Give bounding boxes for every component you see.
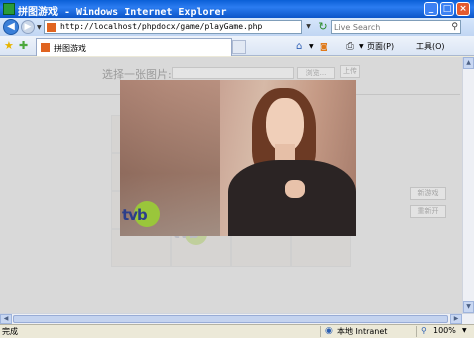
page-content: 选择一张图片: 浏览... 上传 tvb 新游戏 重新开 <box>0 57 462 313</box>
address-url[interactable]: http://localhost/phpdocx/game/playGame.p… <box>60 22 262 31</box>
zone-text: 本地 Intranet <box>337 327 388 336</box>
favorites-star-icon[interactable]: ★ <box>4 39 14 52</box>
browse-button[interactable]: 浏览... <box>297 67 335 79</box>
scroll-right-icon[interactable]: ▶ <box>450 314 462 324</box>
horizontal-scrollbar[interactable]: ◀ ▶ <box>0 313 474 324</box>
command-bar: ★ ✚ 拼图游戏 ⌂ ▼ ◙ ⎙ ▼ 页面(P) 工具(O) <box>0 36 474 56</box>
search-input[interactable] <box>332 21 442 33</box>
zoom-level[interactable]: 100% <box>433 326 456 335</box>
tvb-logo: tvb <box>122 201 162 227</box>
zoom-dropdown-icon[interactable]: ▼ <box>462 327 467 334</box>
tab-label: 拼图游戏 <box>54 44 86 53</box>
page-icon <box>47 23 56 32</box>
scroll-down-icon[interactable]: ▼ <box>463 301 474 313</box>
add-favorites-icon[interactable]: ✚ <box>19 39 28 52</box>
home-dropdown-icon[interactable]: ▼ <box>309 40 314 53</box>
address-dropdown-icon[interactable]: ▼ <box>303 20 314 34</box>
upload-button[interactable]: 上传 <box>340 65 360 78</box>
back-button[interactable]: ◀ <box>3 19 19 35</box>
feeds-icon[interactable]: ◙ <box>320 40 328 53</box>
minimize-button[interactable]: _ <box>424 2 438 16</box>
app-icon <box>3 3 15 15</box>
intranet-zone-icon: ◉ <box>325 326 333 336</box>
scroll-thumb[interactable] <box>13 315 448 323</box>
status-separator <box>416 326 417 337</box>
tools-menu[interactable]: 工具(O) <box>416 40 445 53</box>
file-input[interactable] <box>172 67 294 79</box>
refresh-icon[interactable]: ↻ <box>316 20 330 34</box>
zoom-icon[interactable]: ⚲ <box>421 326 427 335</box>
title-bar[interactable]: 拼图游戏 - Windows Internet Explorer _ □ × <box>0 0 474 18</box>
history-dropdown-icon[interactable]: ▼ <box>37 24 42 31</box>
photo-hand <box>285 180 305 198</box>
browser-window: 拼图游戏 - Windows Internet Explorer _ □ × ◀… <box>0 0 474 338</box>
vertical-scrollbar[interactable]: ▲ ▼ <box>462 57 474 313</box>
address-row: ◀ ▶ ▼ http://localhost/phpdocx/game/play… <box>0 18 474 36</box>
tab-puzzle-game[interactable]: 拼图游戏 <box>36 38 232 56</box>
print-dropdown-icon[interactable]: ▼ <box>359 40 364 53</box>
search-box[interactable]: ⚲ <box>331 20 461 34</box>
logo-text: tvb <box>122 206 148 224</box>
new-game-button[interactable]: 新游戏 <box>410 187 446 200</box>
forward-button[interactable]: ▶ <box>21 20 35 34</box>
close-button[interactable]: × <box>456 2 470 16</box>
photo-body <box>228 160 356 236</box>
scroll-up-icon[interactable]: ▲ <box>463 57 474 69</box>
status-bar: 完成 ◉ 本地 Intranet ⚲ 100% ▼ <box>0 324 474 338</box>
scroll-left-icon[interactable]: ◀ <box>0 314 12 324</box>
maximize-button[interactable]: □ <box>440 2 454 16</box>
reset-button[interactable]: 重新开 <box>410 205 446 218</box>
home-icon[interactable]: ⌂ <box>296 40 302 53</box>
print-icon[interactable]: ⎙ <box>346 40 354 53</box>
window-title: 拼图游戏 - Windows Internet Explorer <box>18 7 227 18</box>
status-text: 完成 <box>2 327 18 336</box>
search-icon[interactable]: ⚲ <box>451 22 458 32</box>
new-tab-button[interactable] <box>232 40 246 54</box>
tab-page-icon <box>41 43 50 52</box>
address-bar[interactable]: http://localhost/phpdocx/game/playGame.p… <box>44 20 302 34</box>
status-separator <box>320 326 321 337</box>
puzzle-photo[interactable]: tvb <box>120 80 356 236</box>
page-menu[interactable]: 页面(P) <box>367 40 394 53</box>
